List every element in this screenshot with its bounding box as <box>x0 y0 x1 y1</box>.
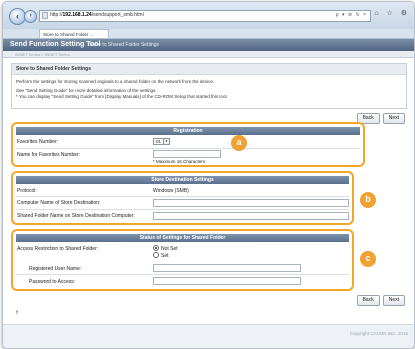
shared-folder-label: Shared Folder Name on Store Destination … <box>17 213 135 219</box>
next-button-bottom[interactable]: Next <box>382 295 405 306</box>
access-restriction-label: Access Restriction to Shared Folder: <box>17 246 99 252</box>
name-label: Name for Favorites Number: <box>17 152 81 158</box>
badge-b: b <box>360 192 376 208</box>
password-label: Password to Access: <box>29 279 76 285</box>
browser-tab[interactable]: Store to Shared Folder ... <box>39 29 109 38</box>
app-title: Send Function Setting Tool <box>10 41 101 48</box>
intro-section: Store to Shared Folder Settings Perform … <box>11 63 407 109</box>
sub-breadcrumb-bar: iWNET Series > iWNET Series <box>3 51 414 58</box>
protocol-label: Protocol: <box>17 188 37 194</box>
app-header: Send Function Setting Tool Store to Shar… <box>3 39 414 51</box>
radio-selected-icon <box>153 245 159 251</box>
next-button[interactable]: Next <box>382 113 405 124</box>
destination-title: Store Destination Settings <box>16 176 349 184</box>
shared-folder-input[interactable] <box>153 212 349 220</box>
protocol-value: Windows (SMB) <box>153 188 189 194</box>
page-top-icon[interactable]: ⇑ <box>15 310 19 316</box>
radio-not-set[interactable]: Not Set <box>153 245 178 252</box>
browser-window: ‹ › http://192.168.1.24/sendsupport_smb.… <box>2 1 415 349</box>
radio-set[interactable]: Set <box>153 252 169 259</box>
divider <box>16 274 349 275</box>
address-tools[interactable]: ρ ▾ ⊘ ↻ × <box>336 12 367 18</box>
destination-panel: Store Destination Settings Protocol: Win… <box>11 171 354 225</box>
computer-name-label: Computer Name of Store Destination: <box>17 200 101 206</box>
badge-c: c <box>360 251 376 267</box>
favorites-name-input[interactable] <box>153 150 221 158</box>
max-characters-note: * Maximum 16 Characters <box>153 159 206 164</box>
copyright-text: Copyright CANON INC. 2015 <box>349 331 408 336</box>
browser-toolbar: ‹ › http://192.168.1.24/sendsupport_smb.… <box>3 2 414 29</box>
tab-strip: Store to Shared Folder ... <box>3 29 414 39</box>
page-icon <box>42 12 48 19</box>
page-footer: Copyright CANON INC. 2015 <box>3 324 414 348</box>
registration-panel: Registration Favorites Number: 01 ▾ Name… <box>11 122 365 167</box>
back-button-bottom[interactable]: Back <box>356 295 380 306</box>
password-input[interactable] <box>153 277 301 285</box>
status-title: Status of Settings for Shared Folder <box>16 234 349 242</box>
divider <box>16 209 349 210</box>
intro-line-3: * You can display "Send Setting Guide" f… <box>16 94 228 99</box>
status-panel: Status of Settings for Shared Folder Acc… <box>11 229 354 291</box>
registration-title: Registration <box>16 127 360 135</box>
computer-name-input[interactable] <box>153 199 349 207</box>
favorites-number-value: 01 <box>156 139 162 144</box>
bottom-nav-buttons: Back Next <box>356 295 405 306</box>
radio-icon <box>153 252 159 258</box>
favorites-number-label: Favorites Number: <box>17 139 59 145</box>
top-nav-buttons: Back Next <box>356 113 405 124</box>
divider <box>16 196 349 197</box>
address-bar[interactable]: http://192.168.1.24/sendsupport_smb.html… <box>39 10 371 22</box>
forward-arrow-icon[interactable]: › <box>24 10 37 23</box>
username-label: Registered User Name: <box>29 266 82 272</box>
badge-a: a <box>231 135 247 151</box>
username-input[interactable] <box>153 264 301 272</box>
window-tools-icons[interactable]: ⌂ ☆ ⚙ <box>374 9 410 17</box>
intro-description: Perform the settings for storing scanned… <box>12 75 406 100</box>
favorites-number-select[interactable]: 01 ▾ <box>153 138 170 145</box>
url-text: http://192.168.1.24/sendsupport_smb.html <box>50 12 144 18</box>
sub-breadcrumb: iWNET Series > iWNET Series <box>15 52 70 57</box>
chevron-down-icon: ▾ <box>163 139 169 144</box>
breadcrumb: Store to Shared Folder Settings <box>89 42 160 48</box>
divider <box>16 148 360 149</box>
intro-title: Store to Shared Folder Settings <box>12 64 406 75</box>
